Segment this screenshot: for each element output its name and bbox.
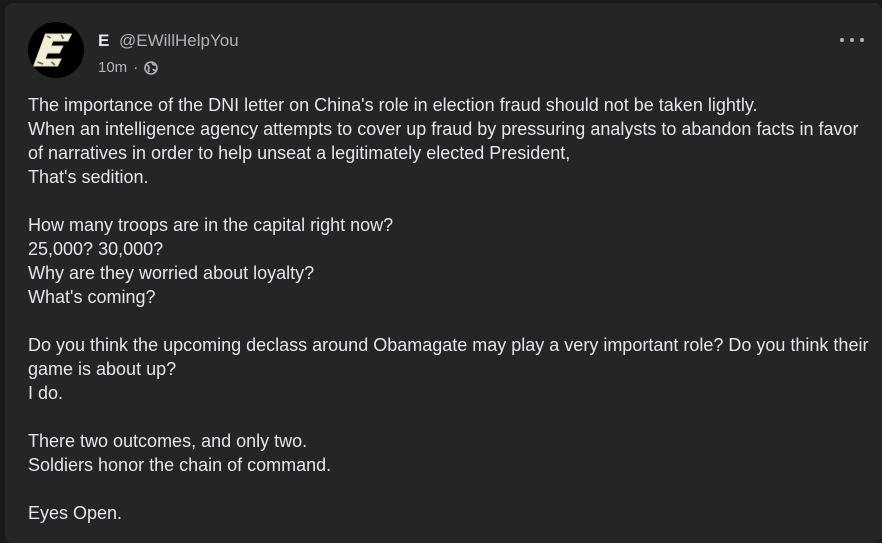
avatar[interactable] <box>28 22 84 78</box>
globe-icon[interactable] <box>144 61 158 75</box>
post-paragraph: Do you think the upcoming declass around… <box>28 335 869 403</box>
more-options-icon[interactable] <box>840 33 864 47</box>
meta-separator: · <box>133 59 139 76</box>
e-logo-icon <box>28 22 84 78</box>
post-body: The importance of the DNI letter on Chin… <box>28 93 873 525</box>
post-meta: 10m · <box>98 59 158 77</box>
author-handle[interactable]: @EWillHelpYou <box>119 31 239 51</box>
more-dot <box>840 38 844 42</box>
post-timestamp[interactable]: 10m <box>98 59 127 77</box>
author-name[interactable]: E <box>98 31 109 51</box>
post-paragraph: The importance of the DNI letter on Chin… <box>28 95 859 187</box>
more-dot <box>850 38 854 42</box>
post-paragraph: Eyes Open. <box>28 503 123 523</box>
post-paragraph: There two outcomes, and only two. Soldie… <box>28 431 332 475</box>
more-dot <box>860 38 864 42</box>
post-paragraph: How many troops are in the capital right… <box>28 215 394 307</box>
post-card: E @EWillHelpYou 10m · The importance of … <box>5 3 882 543</box>
